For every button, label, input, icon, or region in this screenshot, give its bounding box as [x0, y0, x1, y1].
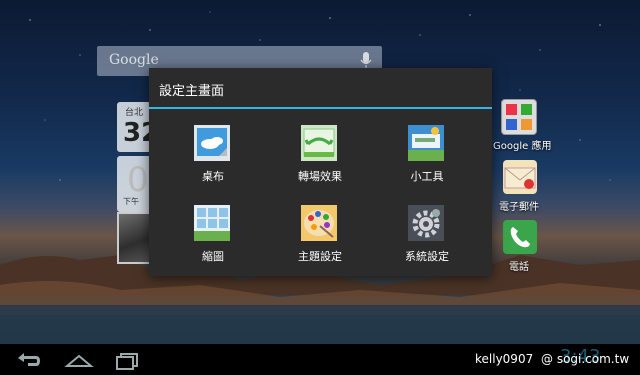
- back-icon[interactable]: [14, 350, 44, 370]
- weather-widget[interactable]: 台北 32: [117, 102, 159, 152]
- phone-label: 電話: [509, 262, 529, 273]
- watermark-user: kelly0907: [475, 352, 534, 366]
- dialog-title-divider: [149, 107, 492, 109]
- recent-apps-icon[interactable]: [112, 351, 142, 371]
- email-label: 電子郵件: [499, 202, 539, 213]
- google-apps-label: Google 應用: [493, 141, 552, 152]
- option-system-settings-label: 系統設定: [405, 250, 449, 263]
- option-thumbnail-label: 縮圖: [202, 250, 224, 263]
- option-theme[interactable]: 主題設定: [280, 204, 360, 274]
- widget-icon: [408, 125, 444, 161]
- option-wallpaper-label: 桌布: [202, 170, 224, 183]
- system-settings-gear-icon: [408, 205, 444, 241]
- wallpaper-icon: [194, 125, 230, 161]
- photo-widget[interactable]: [117, 212, 151, 264]
- clock-digit: 0: [127, 160, 149, 200]
- option-transition[interactable]: 轉場效果: [280, 124, 360, 194]
- thumbnail-icon: [194, 205, 230, 241]
- home-icon[interactable]: [64, 352, 94, 372]
- clock-widget[interactable]: 0 下午: [117, 156, 151, 212]
- email-icon[interactable]: [503, 160, 537, 194]
- option-system-settings[interactable]: 系統設定: [387, 204, 467, 274]
- weather-city: 台北: [125, 108, 144, 118]
- option-transition-label: 轉場效果: [298, 170, 342, 183]
- option-theme-label: 主題設定: [298, 250, 342, 263]
- home-settings-dialog: 設定主畫面 桌布 轉場效果 小工具 縮圖 主題設定 系統設定: [149, 68, 492, 276]
- theme-palette-icon: [301, 205, 337, 241]
- option-widgets[interactable]: 小工具: [387, 124, 467, 194]
- watermark-site: @ sogi.com.tw: [541, 352, 630, 366]
- dialog-title: 設定主畫面: [159, 84, 225, 99]
- option-widgets-label: 小工具: [410, 170, 444, 183]
- transition-effect-icon: [301, 125, 337, 161]
- google-logo: Google: [109, 52, 159, 68]
- clock-ampm: 下午: [123, 197, 139, 206]
- option-thumbnail[interactable]: 縮圖: [173, 204, 253, 274]
- option-wallpaper[interactable]: 桌布: [173, 124, 253, 194]
- google-apps-folder-icon[interactable]: [501, 99, 537, 135]
- phone-icon[interactable]: [503, 220, 537, 254]
